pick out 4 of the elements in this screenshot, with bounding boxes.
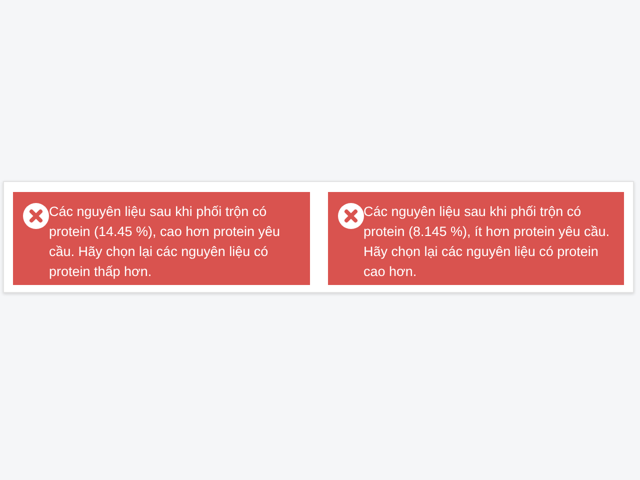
error-message: Các nguyên liệu sau khi phối trộn có protein (8.145 %), ít hơn protein yêu cầu. Hãy chọn lại các nguyên liệu có protein cao hơn. <box>364 203 610 281</box>
error-message: Các nguyên liệu sau khi phối trộn có protein (14.45 %), cao hơn protein yêu cầu. Hãy chọn lại các nguyên liệu có protein thấp hơn. <box>49 203 281 281</box>
error-icon <box>338 203 364 229</box>
error-icon <box>23 203 49 229</box>
